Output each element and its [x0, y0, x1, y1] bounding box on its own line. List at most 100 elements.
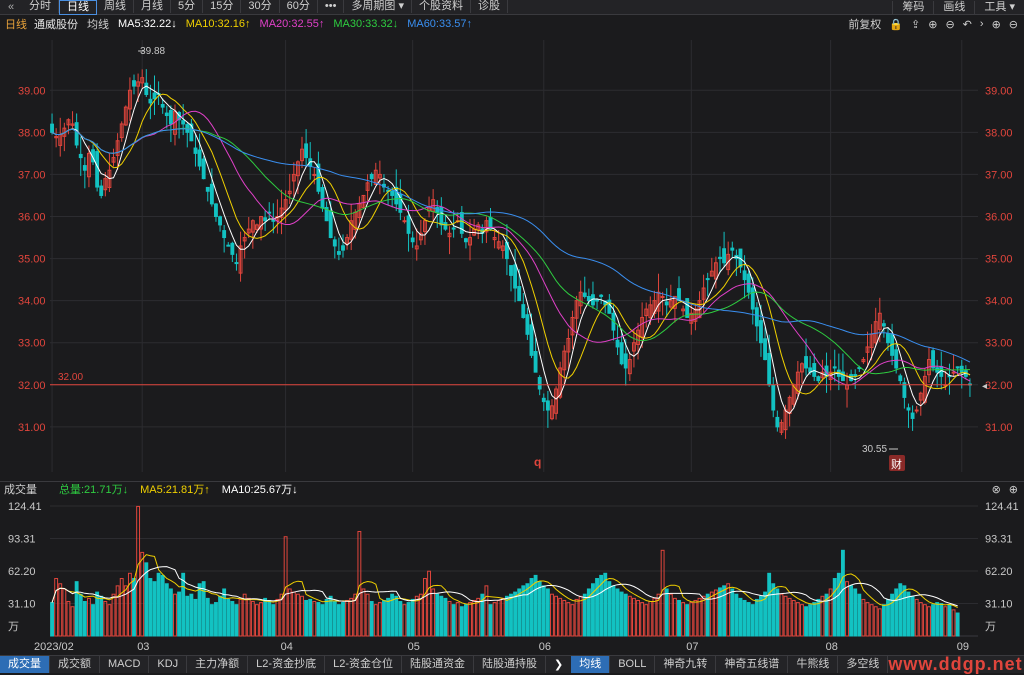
- volume-bar: [189, 593, 194, 637]
- candle-body: [234, 262, 239, 265]
- tab-7[interactable]: 60分: [280, 0, 318, 13]
- volume-bar: [255, 604, 259, 637]
- candle: [656, 273, 661, 323]
- price-tick-left: 35.00: [18, 254, 46, 266]
- volume-bar: [525, 583, 530, 637]
- volume-bar: [693, 599, 698, 637]
- candle: [582, 276, 587, 299]
- indicator-tab-14[interactable]: 多空线: [838, 656, 889, 673]
- volume-chart[interactable]: 124.41 124.41 93.31 93.31 62.20 62.20 31.10 31.…: [0, 494, 1024, 655]
- indicator-tab-0[interactable]: 成交量: [0, 656, 50, 673]
- indicator-tab-1[interactable]: 成交额: [50, 656, 100, 673]
- tab-10[interactable]: 个股资料: [412, 0, 472, 13]
- indicator-tab-4[interactable]: 主力净额: [187, 656, 249, 673]
- price-tick-left: 38.00: [18, 127, 46, 139]
- plus-circle-icon[interactable]: ⊕: [928, 18, 937, 31]
- chevron-right-icon[interactable]: ›: [980, 18, 984, 30]
- minus-circle-icon[interactable]: ⊖: [945, 18, 954, 31]
- upload-icon[interactable]: ⇪: [911, 18, 920, 31]
- candle-body: [148, 98, 153, 104]
- indicator-tab-12[interactable]: 神奇五线谱: [716, 656, 789, 673]
- tab-6[interactable]: 30分: [241, 0, 280, 13]
- volume-bar: [58, 583, 63, 637]
- volume-bar: [50, 602, 54, 637]
- tool-tab-0[interactable]: 筹码: [892, 0, 933, 14]
- tab-2[interactable]: 周线: [97, 0, 134, 13]
- double-chevron-left-icon[interactable]: «: [0, 1, 22, 13]
- indicator-tab-13[interactable]: 牛熊线: [788, 656, 839, 673]
- candle: [709, 257, 714, 277]
- chevron-right-icon[interactable]: ❯: [546, 658, 571, 671]
- undo-icon[interactable]: ↶: [963, 18, 972, 31]
- ma10-value: MA10:32.16↑: [185, 18, 251, 30]
- volume-bar: [607, 581, 612, 637]
- candle: [591, 281, 595, 309]
- price-tick-left: 32.00: [18, 380, 46, 392]
- ma-label[interactable]: 均线: [87, 16, 109, 32]
- indicator-tab-11[interactable]: 神奇九转: [655, 656, 717, 673]
- tab-8[interactable]: •••: [318, 0, 345, 13]
- current-price-marker: ◂: [982, 381, 987, 392]
- volume-bar: [238, 598, 243, 637]
- candle-body: [164, 112, 169, 117]
- candle: [545, 390, 550, 428]
- tab-9[interactable]: 多周期图 ▾: [344, 0, 413, 13]
- plus-circle-icon[interactable]: ⊕: [992, 18, 1001, 31]
- minus-circle-icon[interactable]: ⊖: [1009, 18, 1018, 31]
- indicator-tab-2[interactable]: MACD: [100, 656, 150, 673]
- indicator-tab-7[interactable]: 陆股通资金: [402, 656, 474, 673]
- candle: [82, 157, 87, 189]
- candle-body: [804, 356, 808, 369]
- candle-body: [722, 248, 727, 264]
- tab-11[interactable]: 诊股: [471, 0, 509, 13]
- price-chart[interactable]: 39.00 39.00 38.00 38.00 37.00 37.00 36.00 36.00…: [0, 32, 1024, 480]
- candle-body: [730, 247, 735, 251]
- tab-0[interactable]: 分时: [22, 0, 59, 13]
- restore-mode-button[interactable]: 前复权: [848, 16, 881, 32]
- candle: [718, 246, 722, 274]
- volume-bar: [955, 612, 960, 637]
- volume-bar: [230, 601, 235, 637]
- tab-1[interactable]: 日线: [59, 0, 97, 15]
- candle: [677, 276, 681, 302]
- volume-bar: [521, 585, 526, 637]
- volume-bar: [738, 597, 743, 637]
- candle: [369, 172, 374, 187]
- candle: [603, 300, 608, 314]
- volume-bar: [881, 604, 886, 637]
- candle-body: [271, 219, 276, 222]
- candle: [873, 307, 878, 346]
- indicator-tab-9[interactable]: 均线: [571, 656, 611, 673]
- volume-bar: [554, 595, 559, 637]
- volume-bar: [152, 581, 157, 637]
- candle-body: [181, 120, 186, 125]
- candle-body: [226, 244, 231, 247]
- volume-bar: [914, 598, 919, 637]
- candle: [99, 179, 104, 199]
- tab-4[interactable]: 5分: [171, 0, 204, 13]
- tab-5[interactable]: 15分: [203, 0, 242, 13]
- candle: [242, 231, 247, 259]
- indicator-tab-5[interactable]: L2-资金抄底: [248, 656, 326, 673]
- volume-bar: [689, 602, 694, 637]
- candle-body: [201, 158, 206, 180]
- lock-icon[interactable]: 🔒: [889, 18, 903, 31]
- indicator-tab-6[interactable]: L2-资金仓位: [325, 656, 402, 673]
- indicator-tab-8[interactable]: 陆股通持股: [474, 656, 546, 673]
- candle: [730, 241, 735, 258]
- tool-tab-2[interactable]: 工具 ▾: [974, 0, 1024, 14]
- volume-bar: [455, 602, 460, 637]
- volume-bar: [226, 598, 231, 637]
- candle: [644, 302, 649, 328]
- volume-tick-left: 31.10: [8, 599, 36, 611]
- volume-bar: [804, 606, 808, 637]
- volume-bar: [677, 599, 681, 637]
- price-tick-right: 37.00: [985, 169, 1013, 181]
- tab-3[interactable]: 月线: [134, 0, 171, 13]
- indicator-tab-3[interactable]: KDJ: [149, 656, 188, 673]
- indicator-tab-10[interactable]: BOLL: [610, 656, 656, 673]
- candle: [414, 228, 419, 261]
- candle-body: [607, 299, 612, 314]
- tool-tab-1[interactable]: 画线: [933, 0, 974, 14]
- candle: [513, 248, 518, 303]
